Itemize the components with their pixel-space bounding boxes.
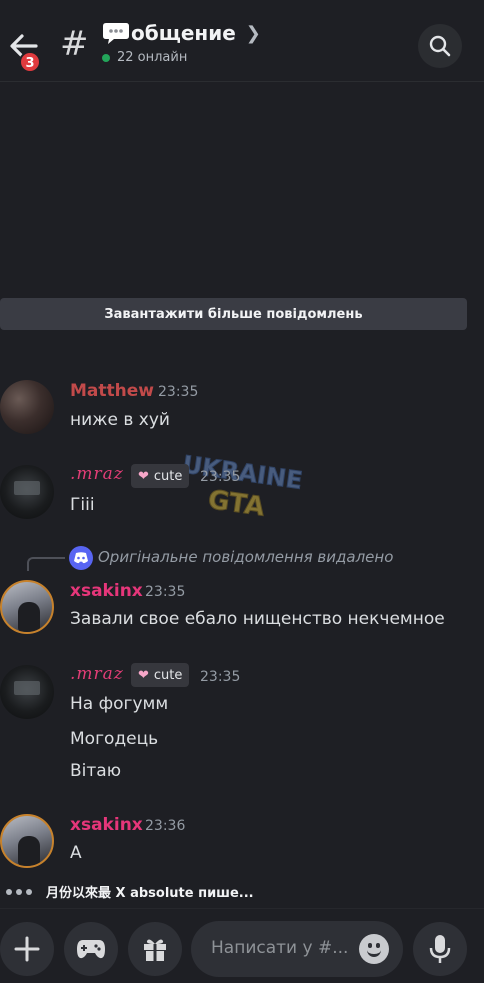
online-status: 22 онлайн <box>102 50 187 65</box>
heart-icon: ❤ <box>138 468 149 484</box>
message-text: На фогумм <box>70 694 169 714</box>
timestamp: 23:35 <box>200 669 241 685</box>
reply-preview[interactable]: Оригінальне повідомлення видалено <box>98 548 393 566</box>
role-tag[interactable]: ❤ cute <box>131 464 190 488</box>
role-tag[interactable]: ❤ cute <box>131 663 190 687</box>
message-text: Вітаю <box>70 761 122 781</box>
timestamp: 23:35 <box>145 584 186 600</box>
composer-bar: Написати у #... <box>0 908 484 983</box>
username[interactable]: xsakinx <box>70 581 143 601</box>
message-text: ниже в хуй <box>70 410 170 430</box>
channel-header: 3 # общение ❯ 22 онлайн <box>0 0 484 82</box>
avatar[interactable] <box>0 814 54 868</box>
typing-text: 月份以來最 X absolute пише... <box>46 886 254 901</box>
typing-dot <box>16 888 22 895</box>
username[interactable]: xsakinx <box>70 815 143 835</box>
voice-message-button[interactable] <box>413 922 467 976</box>
username[interactable]: .mraz <box>70 464 124 484</box>
online-dot-icon <box>102 53 110 62</box>
timestamp: 23:35 <box>200 469 241 485</box>
username[interactable]: Matthew <box>70 381 154 401</box>
gift-icon <box>144 939 166 961</box>
message-input[interactable]: Написати у #... <box>191 921 403 977</box>
channel-name: общение <box>131 21 236 45</box>
avatar[interactable] <box>0 665 54 719</box>
avatar[interactable] <box>0 380 54 434</box>
activities-button[interactable] <box>64 922 118 976</box>
watermark-logo: UKRAINE GTA <box>180 454 304 523</box>
avatar[interactable] <box>0 465 54 519</box>
role-label: cute <box>153 667 183 683</box>
search-button[interactable] <box>418 24 462 68</box>
heart-icon: ❤ <box>138 667 149 683</box>
unread-badge: 3 <box>19 51 41 73</box>
message-text: Завали свое ебало нищенство некчемное <box>70 609 445 629</box>
role-label: cute <box>153 468 183 484</box>
chat-screen: 3 # общение ❯ 22 онлайн Завантажити біль… <box>0 0 484 983</box>
gamepad-icon <box>77 940 105 959</box>
reply-connector <box>27 557 65 571</box>
load-more-button[interactable]: Завантажити більше повідомлень <box>0 298 467 330</box>
gift-button[interactable] <box>128 922 182 976</box>
speech-bubble-icon <box>102 21 130 45</box>
chevron-right-icon: ❯ <box>245 22 261 44</box>
avatar[interactable] <box>0 580 54 634</box>
typing-dot <box>6 888 12 895</box>
message-text: Гііі <box>70 495 95 515</box>
message-text: А <box>70 843 82 863</box>
add-attachment-button[interactable] <box>0 922 54 976</box>
channel-title[interactable]: общение ❯ <box>102 17 261 49</box>
hash-icon: # <box>60 24 89 64</box>
typing-dot <box>26 888 32 895</box>
username[interactable]: .mraz <box>70 664 124 684</box>
timestamp: 23:36 <box>145 818 186 834</box>
message-text: Могодець <box>70 729 159 749</box>
plus-icon <box>14 936 40 962</box>
emoji-icon[interactable] <box>359 934 389 964</box>
online-count: 22 онлайн <box>117 50 188 65</box>
svg-text:GTA: GTA <box>206 485 266 523</box>
message-input-placeholder: Написати у #... <box>211 938 349 958</box>
timestamp: 23:35 <box>158 384 199 400</box>
microphone-icon <box>429 935 451 963</box>
search-icon <box>429 35 451 57</box>
typing-indicator: 月份以來最 X absolute пише... <box>6 882 254 901</box>
discord-logo-icon <box>69 546 93 570</box>
